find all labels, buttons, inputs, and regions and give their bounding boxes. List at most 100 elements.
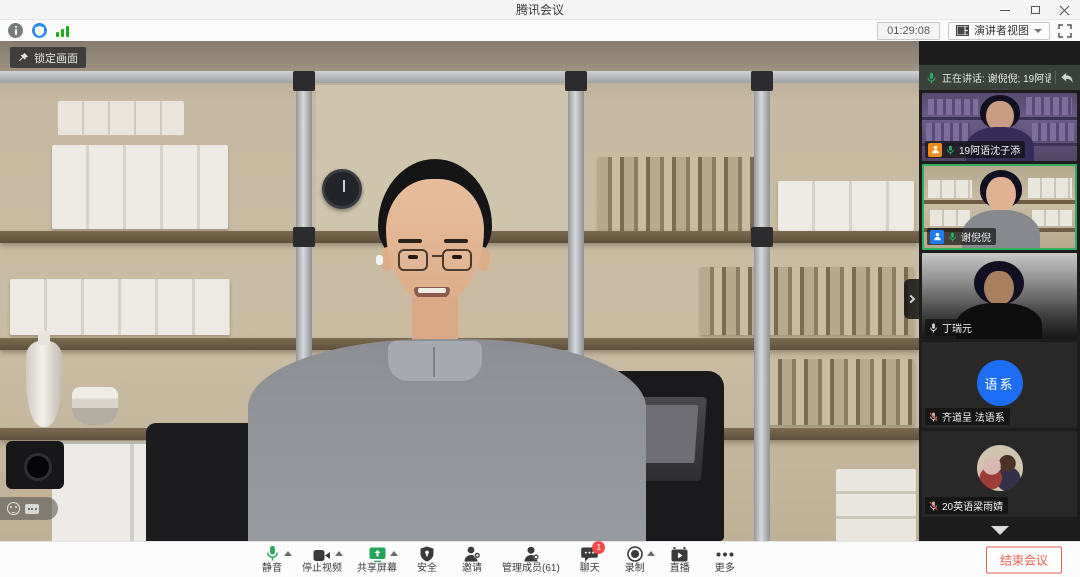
title-bar: 腾讯会议 [0,0,1080,20]
meeting-timer: 01:29:08 [877,22,940,40]
mic-icon [928,322,939,334]
participant-name-bar: 20英语梁雨婧 [925,497,1008,514]
participant-tile[interactable]: 语系 齐道呈 法语系 [922,342,1077,428]
avatar [977,445,1023,491]
participant-name-bar: 谢倪倪 [927,228,996,245]
bowl-stack [72,387,118,425]
camera-icon [313,549,331,562]
record-icon [627,546,643,562]
close-icon [1060,5,1070,15]
speaker-eyebrow [444,239,468,243]
post-clamp [751,227,773,247]
sidebar-collapse-handle[interactable] [904,279,919,319]
chevron-right-icon [906,295,914,303]
speaking-banner: 正在讲话: 谢倪倪; 19阿语... [919,65,1080,90]
view-mode-label: 演讲者视图 [974,24,1029,38]
participant-name: 丁瑞元 [942,320,972,335]
camera-prop [6,441,64,489]
post-clamp [565,71,587,91]
participant-name-bar: 齐道呈 法语系 [925,408,1010,425]
window-controls [990,0,1080,20]
share-screen-button[interactable]: 共享屏幕 [357,545,397,574]
live-stream-button[interactable]: 直播 [665,545,695,574]
earbud [376,255,383,265]
main-video-stage[interactable]: 锁定画面 [0,41,919,541]
invite-person-icon [464,546,481,562]
mute-button[interactable]: 静音 [257,545,287,574]
participant-tile[interactable]: 20英语梁雨婧 [922,431,1077,517]
shield-icon [420,546,434,562]
record-options-caret[interactable] [647,551,655,556]
end-meeting-button[interactable]: 结束会议 [986,546,1062,573]
participant-name: 齐道呈 法语系 [942,409,1005,424]
close-button[interactable] [1050,0,1080,20]
speaker-eyebrow [398,239,422,243]
stop-video-button[interactable]: 停止视频 [302,545,342,574]
metal-post [754,71,770,541]
banner-divider [1055,71,1056,84]
pin-icon [18,52,29,63]
shield-glyph [35,26,44,36]
post-clamp [751,71,773,91]
maximize-icon [1031,6,1040,14]
fullscreen-button[interactable] [1058,24,1072,38]
avatar: 语系 [977,360,1023,406]
participant-tile[interactable]: 丁瑞元 [922,253,1077,339]
storage-boxes [58,101,184,135]
reply-arrow-icon[interactable] [1060,72,1074,84]
speaking-banner-text: 正在讲话: 谢倪倪; 19阿语... [942,70,1051,85]
reaction-overlay[interactable] [0,497,58,520]
participant-name-bar: 丁瑞元 [925,319,977,336]
participant-tile[interactable]: 谢倪倪 [922,164,1077,250]
minimize-icon [1000,10,1010,11]
network-signal-icon[interactable] [56,25,69,37]
record-button[interactable]: 录制 [620,545,650,574]
storage-boxes [10,279,230,335]
protection-icon[interactable] [32,23,47,38]
shelf-top-beam [0,71,919,83]
meeting-content: 锁定画面 正在讲话: 谢倪倪; 19阿语... [0,41,1080,541]
security-button[interactable]: 安全 [412,545,442,574]
speaker-eye [408,255,418,259]
more-button[interactable]: 更多 [710,545,740,574]
share-options-caret[interactable] [390,551,398,556]
maximize-button[interactable] [1020,0,1050,20]
meeting-info-icon[interactable] [8,23,23,38]
speaker-eye [452,255,462,259]
wall-background [0,41,919,75]
layout-icon [956,25,969,36]
participant-tile[interactable]: 19阿语沈子添 [922,93,1077,161]
mute-options-caret[interactable] [284,551,292,556]
invite-button[interactable]: 邀请 [457,545,487,574]
storage-boxes [778,181,914,231]
scroll-down-icon[interactable] [991,526,1009,535]
chat-unread-badge: 1 [592,541,605,554]
storage-boxes [52,145,228,229]
live-icon [671,547,688,562]
bottom-toolbar: 静音 停止视频 共享屏幕 [0,541,1080,577]
chevron-down-icon [1034,29,1042,33]
books-row [700,267,914,335]
mic-muted-icon [928,411,939,423]
chair-left [146,423,264,541]
mic-icon [945,144,956,156]
chat-button[interactable]: 1 聊天 [575,545,605,574]
books-row [756,359,914,425]
view-mode-button[interactable]: 演讲者视图 [948,22,1050,40]
participant-name: 20英语梁雨婧 [942,498,1003,513]
header-right-controls: 01:29:08 演讲者视图 [877,22,1072,40]
share-screen-icon [369,547,386,562]
white-vase [26,341,62,427]
avatar-text: 语系 [984,374,1014,393]
books-row [598,157,758,231]
more-dots-icon [716,552,734,557]
video-options-caret[interactable] [335,551,343,556]
manage-members-button[interactable]: 管理成员(61) [502,545,560,574]
post-clamp [293,71,315,91]
post-clamp [293,227,315,247]
tencent-meeting-window: 腾讯会议 01:29:08 演讲者视图 [0,0,1080,577]
meeting-header: 01:29:08 演讲者视图 [0,20,1080,41]
hand-raised-icon [928,143,942,157]
pin-view-tooltip[interactable]: 锁定画面 [10,47,86,68]
minimize-button[interactable] [990,0,1020,20]
